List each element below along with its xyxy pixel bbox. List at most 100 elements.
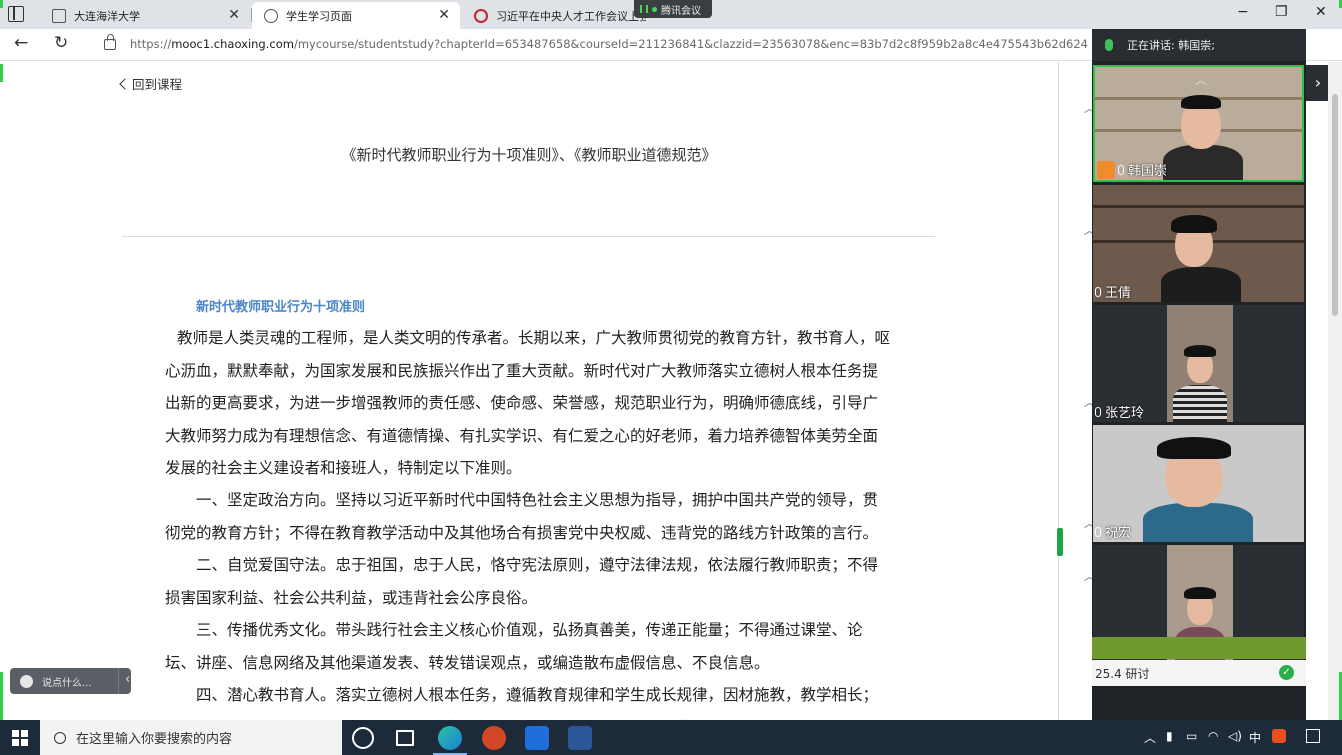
chevron-up-icon[interactable]: ︿: [1195, 71, 1207, 88]
participant-body: [1163, 145, 1243, 180]
comment-input[interactable]: 说点什么... ‹: [10, 668, 131, 694]
participant-name-tag: 王倩: [1095, 282, 1131, 301]
divider: [122, 236, 935, 237]
tab-student-study[interactable]: 学生学习页面 ✕: [252, 2, 460, 29]
refresh-icon[interactable]: ↻: [54, 33, 68, 53]
participant-hair: [1184, 587, 1216, 599]
recording-dot-icon: [652, 6, 657, 12]
search-icon: [54, 731, 66, 744]
tab-actions-icon[interactable]: [8, 6, 24, 22]
emoji-icon[interactable]: [20, 674, 33, 688]
url-field[interactable]: https://mooc1.chaoxing.com/mycourse/stud…: [130, 37, 1088, 51]
tab-dlou[interactable]: 大连海洋大学 ✕: [40, 2, 250, 29]
participant-tile[interactable]: 张艺玲: [1093, 305, 1304, 422]
check-icon: ✓: [1279, 665, 1294, 680]
status-strip: [1092, 637, 1306, 659]
host-badge-icon: [1097, 160, 1115, 179]
page-icon: [52, 8, 66, 23]
video-meeting-panel: 正在讲话: 韩国崇; ︿ 韩国崇 王倩 张艺玲 祝宏 25.4 研讨 ✓: [1092, 29, 1306, 720]
search-placeholder: 在这里输入你要搜索的内容: [76, 732, 233, 747]
tab-title: 学生学习页面: [286, 9, 352, 23]
screen-share-border: [0, 672, 3, 720]
signal-icon: [640, 5, 648, 13]
cortana-icon[interactable]: [352, 727, 374, 749]
taskbar-search-input[interactable]: 在这里输入你要搜索的内容: [40, 720, 342, 755]
paragraph-3: 三、传播优秀文化。带头践行社会主义核心价值观，弘扬真善美，传递正能量；不得通过课…: [165, 621, 863, 672]
edge-browser-icon[interactable]: [438, 726, 462, 750]
meeting-badge-label: 腾讯会议: [661, 5, 701, 17]
screen-share-border: [0, 0, 3, 8]
mic-icon: [1118, 164, 1124, 175]
speaking-indicator: 正在讲话: 韩国崇;: [1092, 29, 1306, 61]
room-label-row: 25.4 研讨 ✓: [1092, 660, 1306, 686]
paragraph-4: 四、潜心教书育人。落实立德树人根本任务，遵循教育规律和学生成长规律，因材施教，教…: [165, 686, 879, 720]
mic-icon: [1095, 286, 1101, 297]
mic-icon: [1095, 406, 1101, 417]
participant-name: 韩国崇: [1128, 164, 1168, 179]
participant-hair: [1171, 215, 1217, 233]
task-view-icon[interactable]: [396, 730, 414, 746]
tab-close-icon[interactable]: ✕: [438, 7, 450, 23]
browser-tab-strip: 大连海洋大学 ✕ 学生学习页面 ✕ 习近平在中央人才工作会议上强 腾讯会议 − …: [0, 0, 1342, 29]
site-logo-icon: [474, 8, 488, 23]
back-to-course-link[interactable]: 回到课程: [119, 74, 183, 93]
url-path: /mycourse/studentstudy?chapterId=6534876…: [293, 37, 1088, 51]
tencent-meeting-icon[interactable]: [525, 726, 549, 750]
back-arrow-icon[interactable]: ←: [14, 33, 28, 53]
back-label: 回到课程: [132, 77, 183, 92]
windows-taskbar: 在这里输入你要搜索的内容 ︿ ▮ ▭ ◠ ◁) 中: [0, 720, 1342, 755]
lock-icon[interactable]: [104, 34, 116, 50]
participant-tile[interactable]: ︿ 韩国崇: [1093, 65, 1304, 182]
panel-splitter-handle[interactable]: [1057, 528, 1063, 556]
section-title: 新时代教师职业行为十项准则: [196, 300, 366, 315]
sogou-ime-icon[interactable]: [1272, 729, 1286, 743]
url-domain: mooc1.chaoxing.com: [171, 37, 294, 51]
chevron-left-icon: [119, 78, 131, 90]
participant-name: 祝宏: [1105, 526, 1132, 541]
word-icon[interactable]: [568, 726, 592, 750]
windows-start-icon[interactable]: [12, 730, 28, 746]
paragraph-2: 二、自觉爱国守法。忠于祖国，忠于人民，恪守宪法原则，遵守法律法规，依法履行教师职…: [165, 556, 879, 607]
mic-icon: [1095, 526, 1101, 537]
paragraph-1: 一、坚定政治方向。坚持以习近平新时代中国特色社会主义思想为指导，拥护中国共产党的…: [165, 491, 879, 542]
tray-overflow-icon[interactable]: ︿: [1144, 729, 1156, 746]
maximize-button[interactable]: ❐: [1275, 4, 1288, 20]
powerpoint-icon[interactable]: [482, 726, 506, 750]
tencent-meeting-badge[interactable]: 腾讯会议: [634, 0, 712, 18]
participant-body: [1173, 385, 1227, 422]
comment-placeholder: 说点什么...: [42, 677, 92, 689]
tab-close-icon[interactable]: ✕: [228, 7, 240, 23]
participant-name: 张艺玲: [1105, 406, 1145, 421]
participant-name-tag: 祝宏: [1095, 522, 1131, 541]
battery-icon[interactable]: ▭: [1186, 729, 1197, 743]
tab-title: 习近平在中央人才工作会议上强: [496, 9, 646, 23]
course-page: 回到课程 《新时代教师职业行为十项准则》、《教师职业道德规范》 新时代教师职业行…: [0, 62, 1058, 720]
collapse-arrow-icon[interactable]: ‹: [125, 672, 130, 687]
participant-name-tag: 韩国崇: [1097, 160, 1167, 179]
mic-icon: [1105, 39, 1113, 51]
scrollbar-thumb[interactable]: [1332, 94, 1338, 316]
wifi-icon[interactable]: ◠: [1208, 729, 1218, 743]
side-panel-stub: [1058, 62, 1092, 720]
page-scrollbar[interactable]: [1328, 62, 1342, 720]
document-title: 《新时代教师职业行为十项准则》、《教师职业道德规范》: [341, 146, 717, 164]
participant-hair: [1181, 95, 1221, 109]
paragraph-intro: 教师是人类灵魂的工程师，是人类文明的传承者。长期以来，广大教师贯彻党的教育方针，…: [165, 329, 891, 477]
close-window-button[interactable]: ✕: [1315, 4, 1327, 20]
speaking-label: 正在讲话: 韩国崇;: [1127, 39, 1215, 52]
notification-center-icon[interactable]: [1306, 729, 1320, 743]
participant-body: [1143, 503, 1253, 542]
ime-indicator[interactable]: 中: [1249, 729, 1261, 746]
minimize-button[interactable]: −: [1237, 4, 1249, 20]
background-shelf: [1093, 205, 1304, 208]
screen-share-border: [0, 64, 3, 82]
volume-icon[interactable]: ◁): [1228, 729, 1242, 743]
tab-title: 大连海洋大学: [74, 9, 140, 23]
microphone-icon[interactable]: ▮: [1166, 729, 1173, 743]
next-page-button[interactable]: ›: [1306, 65, 1330, 101]
participant-name-tag: 张艺玲: [1095, 402, 1144, 421]
participant-tile[interactable]: 王倩: [1093, 185, 1304, 302]
participant-tile[interactable]: 祝宏: [1093, 425, 1304, 542]
participant-body: [1161, 267, 1241, 302]
divider: [118, 668, 119, 694]
